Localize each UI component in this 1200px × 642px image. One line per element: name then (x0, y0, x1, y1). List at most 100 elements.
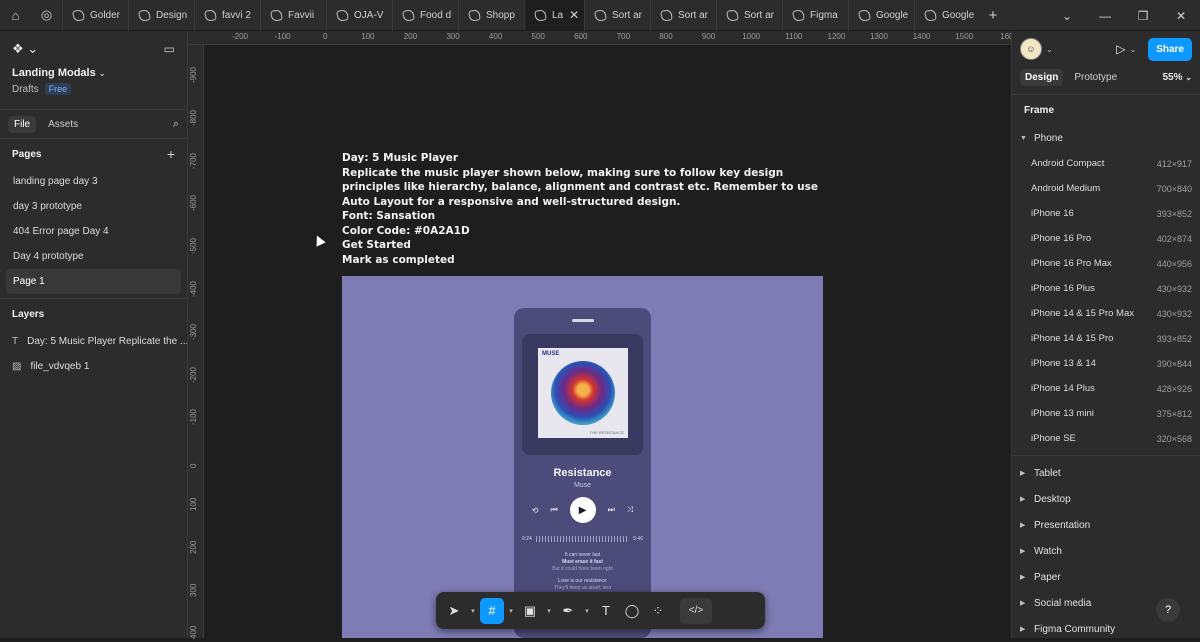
tab-file[interactable]: File (8, 115, 37, 133)
waveform: 0:24 5:46 (522, 534, 643, 544)
browser-tab[interactable]: Favvii (260, 0, 326, 31)
chevron-down-icon[interactable]: ⌄ (1048, 0, 1086, 31)
time-current: 0:24 (522, 536, 532, 542)
chevron-down-icon[interactable]: ⌄ (1130, 45, 1137, 54)
frame-category[interactable]: ▶ Tablet (1012, 460, 1200, 486)
avatar[interactable]: ☺ (1020, 38, 1042, 60)
image-tool-icon[interactable]: ▣ (518, 598, 542, 624)
brief-text-layer[interactable]: Day: 5 Music Player Replicate the music p… (342, 151, 822, 267)
figma-file-icon (534, 8, 547, 22)
browser-tab[interactable]: Design (128, 0, 194, 31)
restore-button[interactable]: ❐ (1124, 0, 1162, 31)
frame-preset[interactable]: iPhone 14 & 15 Pro 393×852 (1012, 326, 1200, 351)
browser-tab[interactable]: Food d (392, 0, 458, 31)
pen-tool-icon[interactable]: ✒ (556, 598, 580, 624)
frame-preset[interactable]: iPhone 14 & 15 Pro Max 430×932 (1012, 301, 1200, 326)
music-player-artboard[interactable]: MUSE THE RESISTANCE Resistance Muse ⟲ ⏮ … (342, 276, 823, 638)
layer-item[interactable]: ▨ file_vdvqeb 1 (0, 354, 187, 379)
frame-category[interactable]: ▶ Presentation (1012, 512, 1200, 538)
browser-tab[interactable]: Sort ar (584, 0, 650, 31)
preset-size: 393×852 (1156, 333, 1192, 344)
frame-preset[interactable]: iPhone 16 Pro 402×874 (1012, 226, 1200, 251)
preset-size: 402×874 (1156, 233, 1192, 244)
layer-label: Day: 5 Music Player Replicate the ... (27, 336, 187, 347)
frame-category[interactable]: ▶ Watch (1012, 538, 1200, 564)
frame-preset[interactable]: iPhone 13 & 14 390×844 (1012, 351, 1200, 376)
frame-category[interactable]: ▶ Desktop (1012, 486, 1200, 512)
page-item[interactable]: day 3 prototype (6, 194, 181, 219)
browser-tab[interactable]: Golder (62, 0, 128, 31)
add-page-icon[interactable]: + (167, 146, 175, 162)
category-phone[interactable]: ▼ Phone (1012, 125, 1200, 151)
browser-tab[interactable]: Sort ar (650, 0, 716, 31)
frame-preset[interactable]: iPhone 16 393×852 (1012, 201, 1200, 226)
browser-tab[interactable]: favvi 2 (194, 0, 260, 31)
project-name[interactable]: Landing Modals ⌄ (0, 67, 187, 79)
chevron-down-icon[interactable]: ▾ (468, 607, 478, 615)
page-item[interactable]: landing page day 3 (6, 169, 181, 194)
new-tab-button[interactable]: + (980, 7, 1006, 24)
category-label: Social media (1034, 597, 1092, 609)
home-icon[interactable]: ⌂ (0, 0, 31, 31)
chevron-down-icon[interactable]: ▾ (582, 607, 592, 615)
browser-tab[interactable]: Google (914, 0, 980, 31)
preset-name: iPhone 14 Plus (1031, 383, 1095, 394)
phone-presets-list: Android Compact 412×917 Android Medium 700×… (1012, 151, 1200, 451)
dev-mode-toggle[interactable]: </> (680, 597, 712, 624)
frame-preset[interactable]: iPhone 14 Plus 428×926 (1012, 376, 1200, 401)
close-window-button[interactable]: ✕ (1162, 0, 1200, 31)
project-location[interactable]: Drafts (12, 84, 39, 95)
ruler-tick-label: -100 (189, 409, 198, 426)
ruler-tick-label: 100 (361, 32, 375, 41)
frame-tool-icon[interactable]: # (480, 597, 504, 624)
close-icon[interactable]: ✕ (569, 8, 579, 22)
frame-preset[interactable]: Android Medium 700×840 (1012, 176, 1200, 201)
globe-icon[interactable]: ◎ (31, 0, 62, 31)
left-sidebar: ❖ ⌄ ▭ Landing Modals ⌄ Drafts Free File … (0, 31, 188, 638)
frame-preset[interactable]: iPhone 16 Plus 430×932 (1012, 276, 1200, 301)
chevron-down-icon[interactable]: ▾ (544, 607, 554, 615)
comment-tool-icon[interactable]: ◯ (620, 598, 644, 624)
tab-prototype[interactable]: Prototype (1069, 69, 1122, 86)
actions-tool-icon[interactable]: ⁘ (646, 598, 670, 624)
ruler-tick-label: 0 (322, 32, 328, 41)
minimize-button[interactable]: — (1086, 0, 1124, 31)
browser-tab[interactable]: OJA-V (326, 0, 392, 31)
text-tool-icon[interactable]: T (594, 598, 618, 624)
ruler-tick-label: -900 (189, 66, 198, 83)
frame-preset[interactable]: iPhone SE 320×568 (1012, 426, 1200, 451)
share-button[interactable]: Share (1148, 37, 1192, 61)
browser-tab[interactable]: Sort ar (716, 0, 782, 31)
chevron-down-icon[interactable]: ⌄ (1046, 45, 1053, 54)
preset-size: 430×932 (1156, 308, 1192, 319)
frame-preset[interactable]: iPhone 16 Pro Max 440×956 (1012, 251, 1200, 276)
caret-down-icon: ▼ (1020, 134, 1027, 142)
zoom-dropdown[interactable]: 55% ⌄ (1163, 72, 1193, 83)
browser-tab[interactable]: Figma (782, 0, 848, 31)
layer-item[interactable]: T Day: 5 Music Player Replicate the ... (0, 329, 187, 354)
page-item[interactable]: Page 1 (6, 269, 181, 294)
page-item[interactable]: 404 Error page Day 4 (6, 219, 181, 244)
frame-preset[interactable]: Android Compact 412×917 (1012, 151, 1200, 176)
browser-tab[interactable]: La ✕ (524, 0, 584, 31)
present-play-icon[interactable]: ▷ (1116, 42, 1125, 56)
tab-design[interactable]: Design (1020, 69, 1064, 86)
ruler-tick-label: -200 (231, 32, 249, 41)
tab-assets[interactable]: Assets (42, 116, 84, 133)
help-button[interactable]: ? (1156, 598, 1180, 622)
frame-preset[interactable]: iPhone 13 mini 375×812 (1012, 401, 1200, 426)
frame-category[interactable]: ▶ Paper (1012, 564, 1200, 590)
preset-size: 390×844 (1156, 358, 1192, 369)
search-icon[interactable]: ⌕ (173, 118, 179, 131)
page-item[interactable]: Day 4 prototype (6, 244, 181, 269)
category-label: Presentation (1034, 519, 1091, 531)
browser-tab[interactable]: Shopp (458, 0, 524, 31)
move-tool-icon[interactable]: ➤ (442, 598, 466, 624)
ruler-tick-label: 600 (574, 32, 588, 41)
browser-tab[interactable]: Google (848, 0, 914, 31)
toggle-sidebar-icon[interactable]: ▭ (164, 42, 175, 56)
design-canvas[interactable]: Day: 5 Music Player Replicate the music p… (204, 45, 1011, 638)
chevron-down-icon[interactable]: ▾ (506, 607, 516, 615)
tab-label: Food d (420, 9, 452, 21)
figma-menu-icon[interactable]: ❖ ⌄ (12, 41, 38, 57)
